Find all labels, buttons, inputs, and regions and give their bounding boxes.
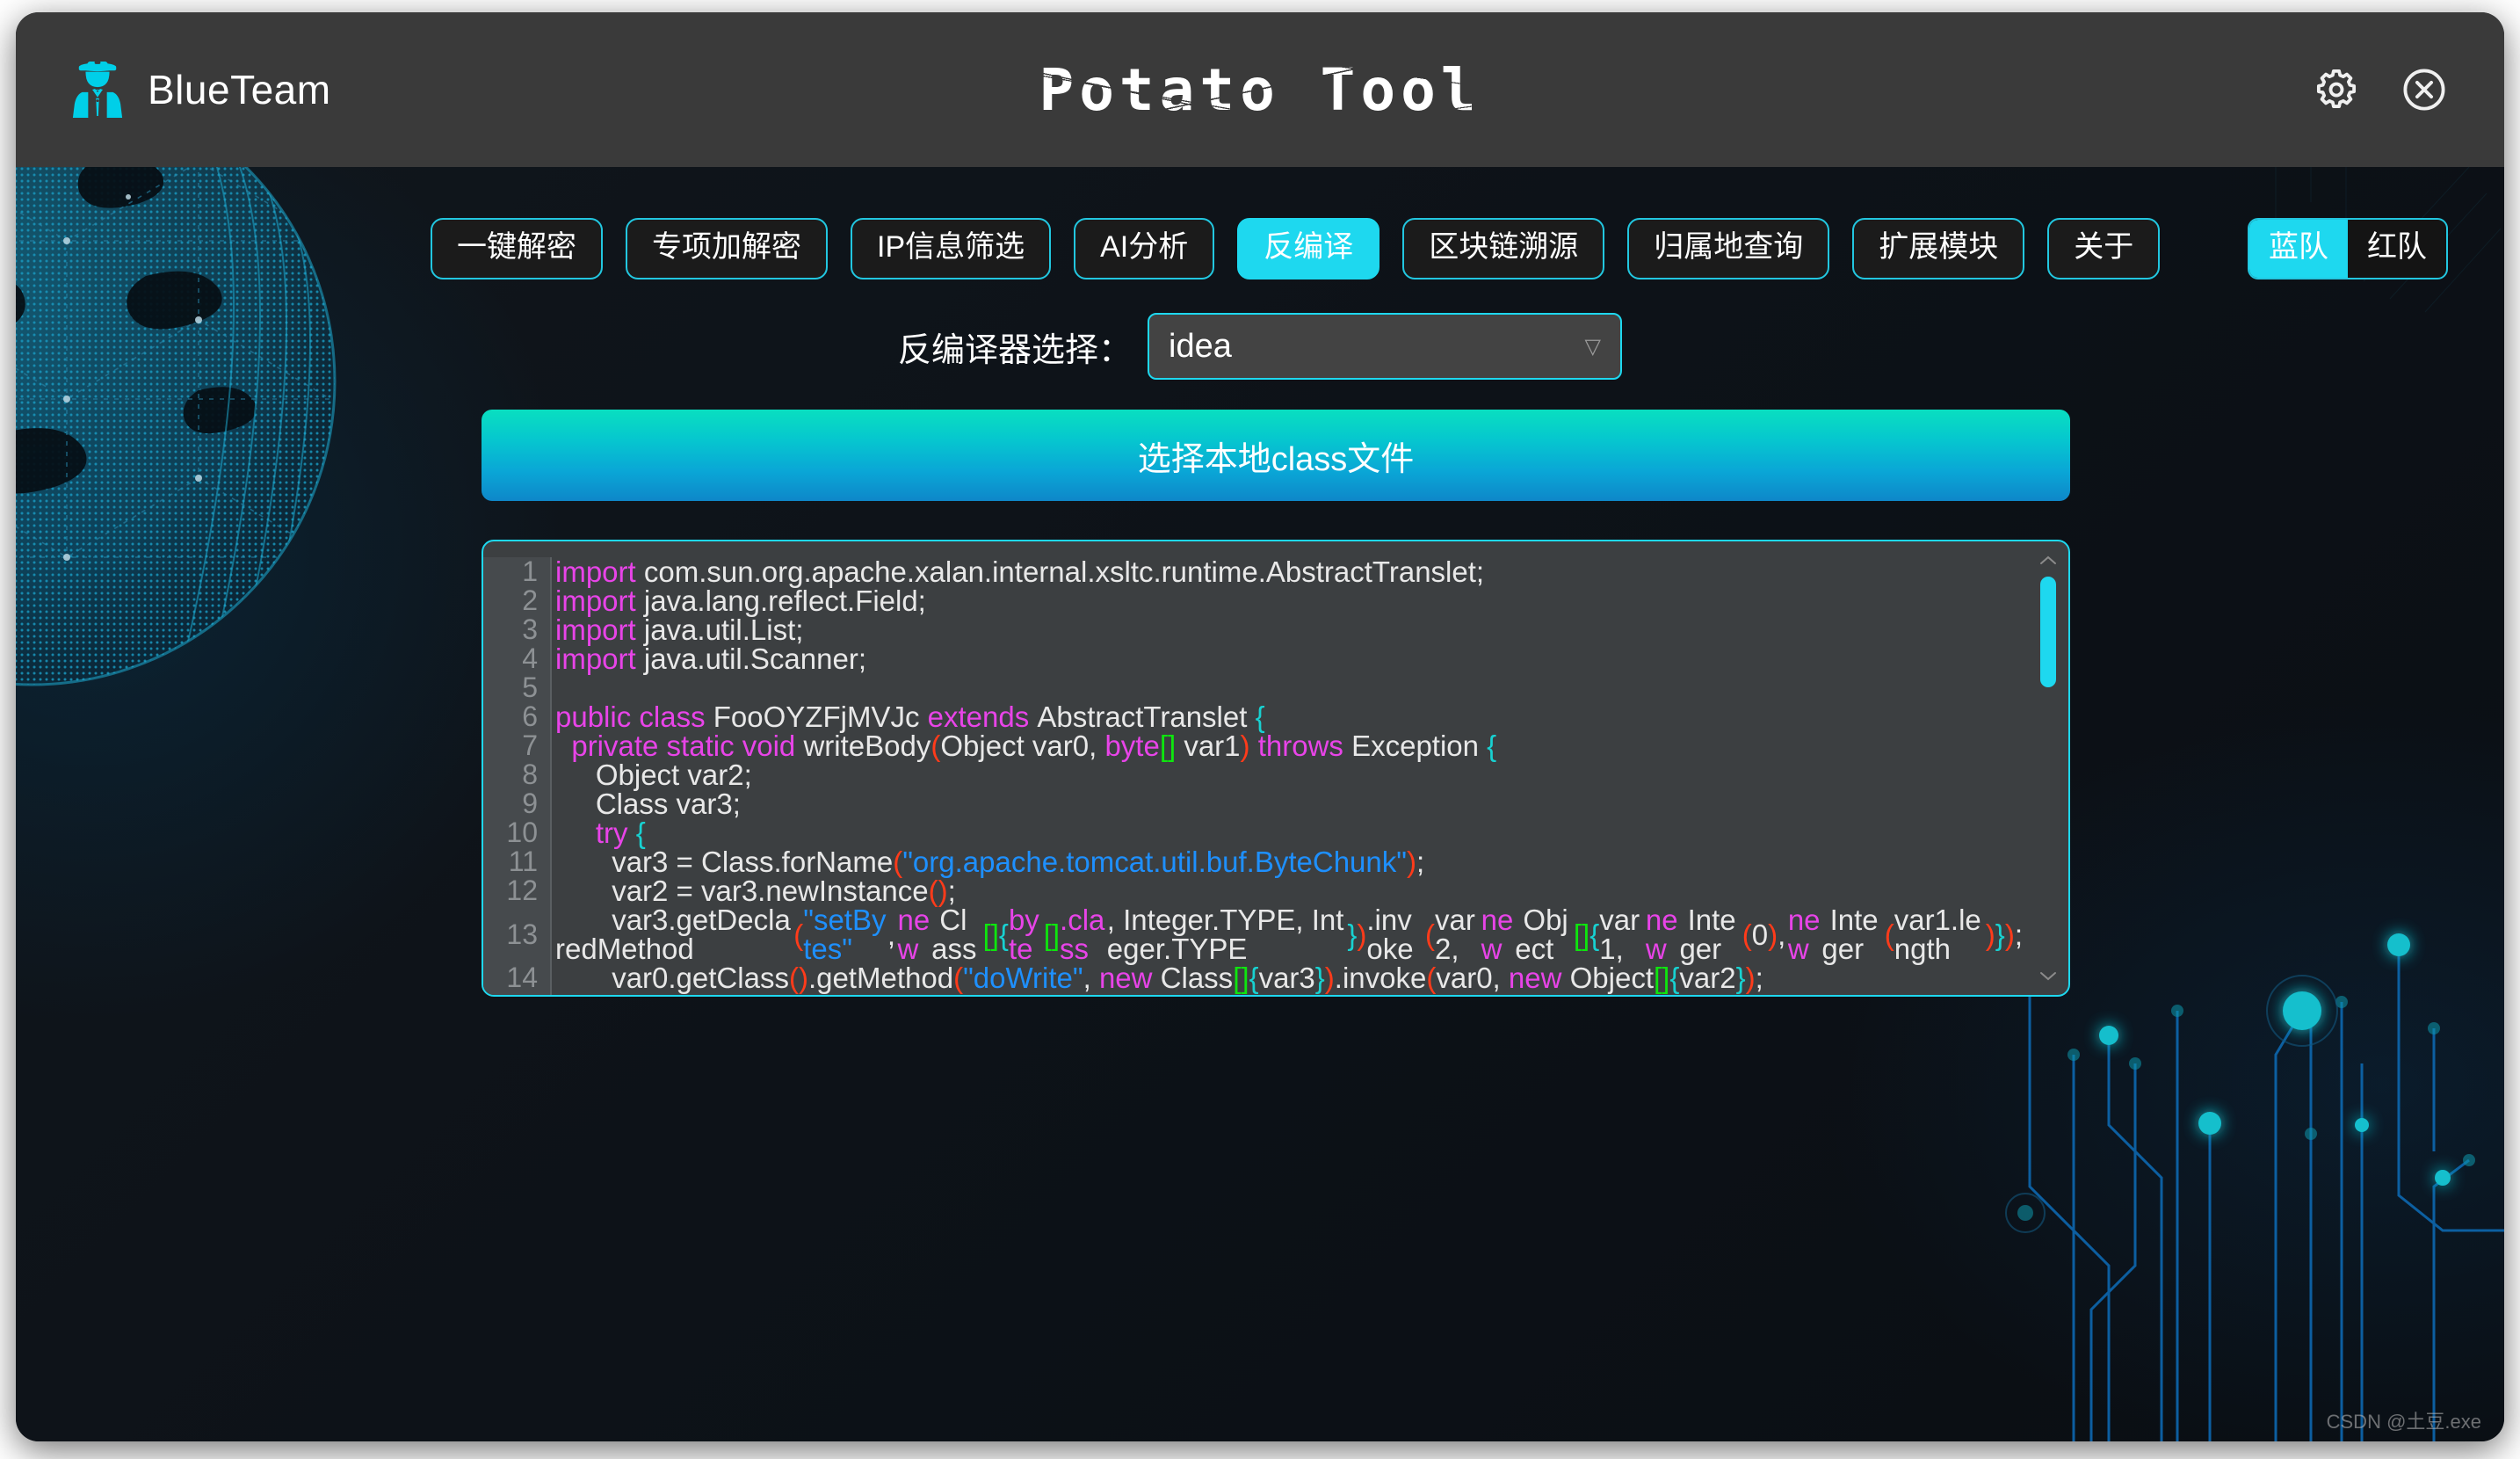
tab-location-query[interactable]: 归属地查询 xyxy=(1627,218,1830,279)
scrollbar-thumb[interactable] xyxy=(2040,577,2056,687)
chevron-up-icon[interactable] xyxy=(2037,552,2060,570)
code-line: public class FooOYZFjMVJc extends Abstra… xyxy=(555,700,1265,733)
line-number: 8 xyxy=(522,759,538,790)
line-number: 1 xyxy=(522,555,538,587)
choose-local-class-file-button[interactable]: 选择本地class文件 xyxy=(482,410,2070,501)
line-number: 3 xyxy=(522,613,538,645)
tab-ip-filter[interactable]: IP信息筛选 xyxy=(851,218,1052,279)
line-number: 2 xyxy=(522,584,538,616)
line-number: 4 xyxy=(522,642,538,674)
tab-yijianjiemi[interactable]: 一键解密 xyxy=(431,218,603,279)
officer-avatar-icon xyxy=(70,60,125,120)
code-line: try { xyxy=(595,817,646,849)
app-title: Potato Tool xyxy=(16,12,2504,167)
line-number: 15 xyxy=(483,991,550,995)
tab-bar: 一键解密 专项加解密 IP信息筛选 AI分析 反编译 区块链溯源 归属地查询 扩… xyxy=(16,218,2504,279)
line-number: 14 xyxy=(506,962,538,993)
close-circle-icon[interactable] xyxy=(2401,66,2448,113)
line-number-gutter: 123456789101112131415 xyxy=(483,555,552,995)
line-number: 11 xyxy=(508,846,538,877)
code-viewport: 123456789101112131415 import com.sun.org… xyxy=(483,555,2031,995)
code-line: var3 = Class.forName("org.apache.tomcat.… xyxy=(555,846,1425,878)
brand-label: BlueTeam xyxy=(148,67,331,113)
line-number: 6 xyxy=(522,700,538,732)
code-line: import com.sun.org.apache.xalan.internal… xyxy=(555,555,1485,588)
decompiler-selector-label: 反编译器选择： xyxy=(897,331,1132,369)
team-toggle-red[interactable]: 红队 xyxy=(2348,220,2446,278)
decompiled-code-panel[interactable]: 123456789101112131415 import com.sun.org… xyxy=(482,540,2070,997)
chevron-down-icon: ▽ xyxy=(1584,334,1601,359)
code-line: private static void writeBody(Object var… xyxy=(571,730,1497,762)
gear-icon[interactable] xyxy=(2313,66,2360,113)
code-line: import java.util.List; xyxy=(555,613,804,646)
tab-about[interactable]: 关于 xyxy=(2047,218,2161,279)
code-line: import java.lang.reflect.Field; xyxy=(555,584,926,617)
code-line: Object var2; xyxy=(555,759,752,791)
tab-ai-analysis[interactable]: AI分析 xyxy=(1074,218,1215,279)
team-toggle: 蓝队 红队 xyxy=(2248,218,2448,279)
code-line: var0.getClass() .getMethod("doWrite", new… xyxy=(555,962,1763,994)
brand: BlueTeam xyxy=(70,60,331,120)
code-line: var2 = var3.newInstance(); xyxy=(555,875,956,907)
line-number: 12 xyxy=(506,875,538,906)
code-scrollbar[interactable] xyxy=(2037,552,2060,984)
window-controls xyxy=(2313,66,2448,113)
line-number: 10 xyxy=(506,817,538,848)
line-number: 5 xyxy=(522,671,538,703)
scrollbar-track[interactable] xyxy=(2037,570,2060,967)
code-line: Class var3; xyxy=(555,788,741,820)
title-bar: BlueTeam Potato Tool xyxy=(16,12,2504,167)
chevron-down-icon[interactable] xyxy=(2037,967,2060,984)
line-number: 9 xyxy=(522,788,538,819)
content-stage: 一键解密 专项加解密 IP信息筛选 AI分析 反编译 区块链溯源 归属地查询 扩… xyxy=(16,167,2504,1441)
team-toggle-blue[interactable]: 蓝队 xyxy=(2249,220,2348,278)
choose-local-class-file-label: 选择本地class文件 xyxy=(1137,440,1415,478)
line-number: 13 xyxy=(506,918,538,950)
decompiler-select[interactable]: idea ▽ xyxy=(1148,313,1622,380)
tab-decompile[interactable]: 反编译 xyxy=(1237,218,1380,279)
tab-blockchain-trace[interactable]: 区块链溯源 xyxy=(1402,218,1605,279)
code-line: var3.getDeclaredMethod("setBytes", new C… xyxy=(555,904,2023,965)
code-lines: import com.sun.org.apache.xalan.internal… xyxy=(552,557,2031,995)
tab-zhuanxiangjiajiemi[interactable]: 专项加解密 xyxy=(626,218,828,279)
tab-extension-module[interactable]: 扩展模块 xyxy=(1852,218,2025,279)
line-number: 7 xyxy=(522,730,538,761)
app-window: BlueTeam Potato Tool 一键解密 专项加解密 IP信息筛选 A… xyxy=(16,12,2504,1441)
decompiler-selector-row: 反编译器选择： idea ▽ xyxy=(16,313,2504,380)
decompiler-select-value: idea xyxy=(1169,327,1232,365)
app-title-text: Potato Tool xyxy=(1033,55,1487,124)
code-line: import java.util.Scanner; xyxy=(555,642,866,675)
